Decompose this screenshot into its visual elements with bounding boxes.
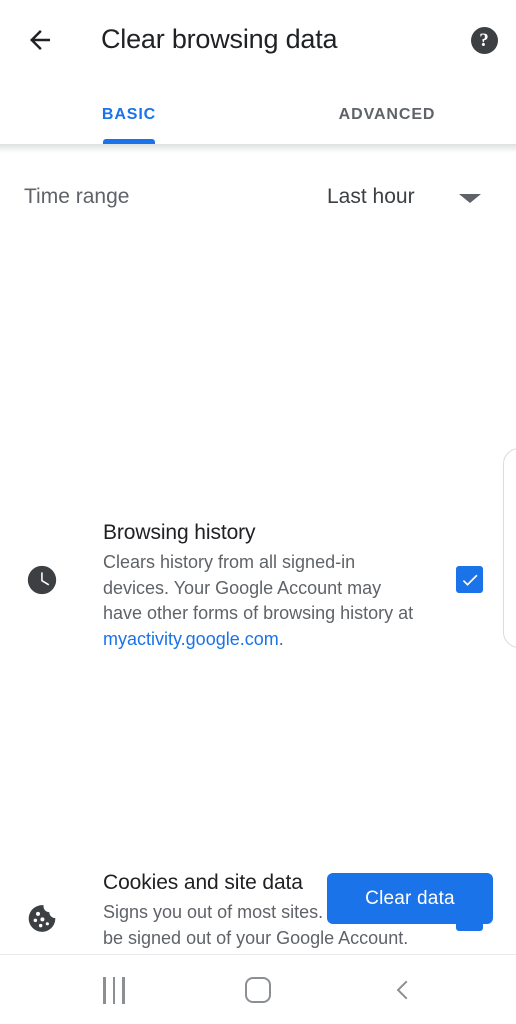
system-navigation-bar (0, 954, 516, 1024)
option-row-cached-images-files[interactable]: Cached images and files Frees up less th… (0, 580, 516, 710)
time-range-label: Time range (24, 185, 130, 208)
back-button[interactable] (13, 17, 67, 63)
tab-advanced-label: ADVANCED (338, 106, 436, 123)
back-nav-button[interactable] (344, 955, 464, 1024)
app-bar: Clear browsing data ? (0, 0, 516, 78)
help-button[interactable]: ? (464, 20, 504, 60)
recents-button[interactable] (54, 955, 174, 1024)
page-title: Clear browsing data (101, 24, 338, 54)
tab-basic-label: BASIC (101, 106, 157, 123)
home-button[interactable] (198, 955, 318, 1024)
arrow-left-icon (30, 30, 50, 50)
cookie-icon (25, 902, 59, 936)
chevron-down-icon (459, 194, 481, 203)
edge-panel-handle[interactable] (503, 448, 516, 648)
time-range-row[interactable]: Time range Last hour (0, 153, 516, 241)
help-circle-icon: ? (470, 26, 498, 54)
clear-browsing-data-screen: Clear browsing data ? BASIC ADVANCED Tim… (0, 0, 516, 1024)
time-range-value: Last hour (327, 185, 415, 208)
tab-advanced[interactable]: ADVANCED (258, 86, 516, 144)
tab-bar-shadow (0, 144, 516, 153)
tab-basic[interactable]: BASIC (24, 86, 234, 144)
tab-bar: BASIC ADVANCED (0, 86, 516, 144)
back-chevron-icon (396, 980, 408, 1000)
home-icon (245, 977, 271, 1003)
recents-icon (103, 976, 125, 1004)
option-row-cookies-site-data[interactable]: Cookies and site data Signs you out of m… (0, 430, 516, 948)
option-row-browsing-history[interactable]: Browsing history Clears history from all… (0, 255, 516, 649)
clear-data-button[interactable]: Clear data (327, 873, 493, 924)
